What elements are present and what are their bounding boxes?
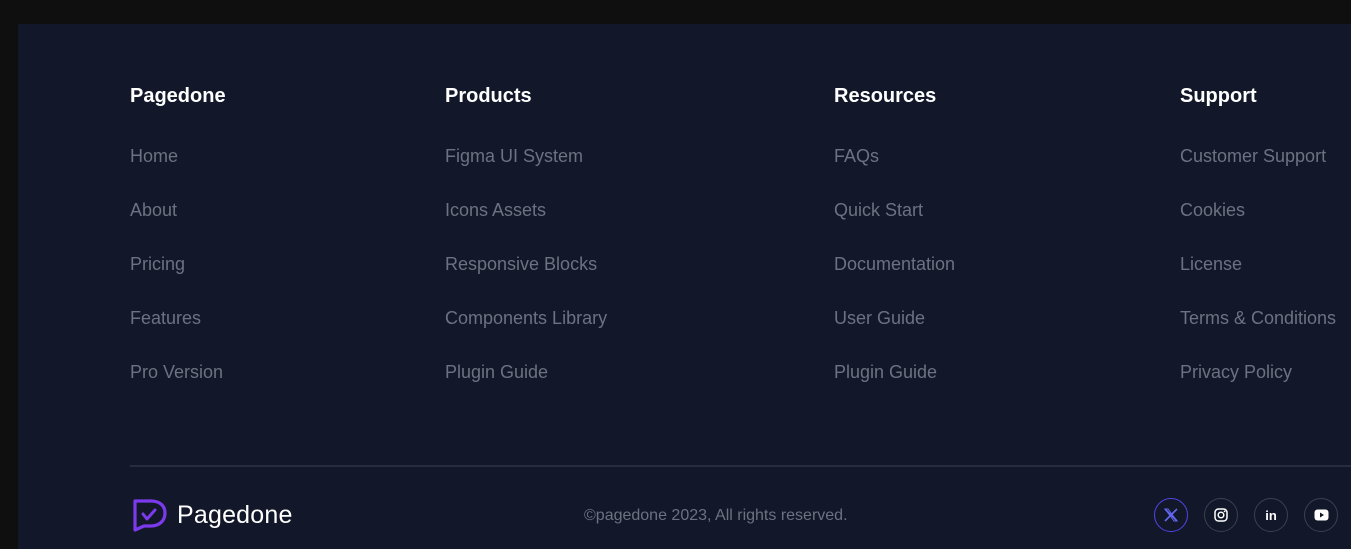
- footer-link-license[interactable]: License: [1180, 250, 1242, 278]
- column-title: Pagedone: [130, 85, 226, 107]
- column-title: Support: [1180, 85, 1257, 107]
- footer-link-figma-ui-system[interactable]: Figma UI System: [445, 142, 583, 170]
- footer-link-documentation[interactable]: Documentation: [834, 250, 955, 278]
- brand-logo-link[interactable]: Pagedone: [131, 498, 293, 532]
- column-title: Resources: [834, 85, 937, 107]
- column-title: Products: [445, 85, 532, 107]
- footer-link-features[interactable]: Features: [130, 304, 201, 332]
- footer-link-privacy-policy[interactable]: Privacy Policy: [1180, 358, 1292, 386]
- footer-link-components-library[interactable]: Components Library: [445, 304, 607, 332]
- footer-link-pricing[interactable]: Pricing: [130, 250, 185, 278]
- footer-link-plugin-guide[interactable]: Plugin Guide: [834, 358, 937, 386]
- social-links: in: [1154, 498, 1351, 532]
- linkedin-icon[interactable]: in: [1254, 498, 1288, 532]
- footer-link-home[interactable]: Home: [130, 142, 178, 170]
- brand-name: Pagedone: [177, 500, 293, 529]
- footer-link-responsive-blocks[interactable]: Responsive Blocks: [445, 250, 597, 278]
- footer-link-cookies[interactable]: Cookies: [1180, 196, 1245, 224]
- link-list: Home About Pricing Features Pro Version: [130, 142, 223, 412]
- footer-link-customer-support[interactable]: Customer Support: [1180, 142, 1326, 170]
- footer-link-user-guide[interactable]: User Guide: [834, 304, 925, 332]
- instagram-icon[interactable]: [1204, 498, 1238, 532]
- link-list: FAQs Quick Start Documentation User Guid…: [834, 142, 955, 412]
- footer-link-about[interactable]: About: [130, 196, 177, 224]
- youtube-icon[interactable]: [1304, 498, 1338, 532]
- footer-link-faqs[interactable]: FAQs: [834, 142, 879, 170]
- footer-link-icons-assets[interactable]: Icons Assets: [445, 196, 546, 224]
- site-footer: Pagedone Home About Pricing Features Pro…: [18, 24, 1351, 549]
- footer-link-quick-start[interactable]: Quick Start: [834, 196, 923, 224]
- footer-link-plugin-guide[interactable]: Plugin Guide: [445, 358, 548, 386]
- pagedone-logo-icon: [131, 498, 167, 532]
- copyright-text: ©pagedone 2023, All rights reserved.: [584, 507, 848, 524]
- footer-divider: [130, 465, 1351, 467]
- x-twitter-icon[interactable]: [1154, 498, 1188, 532]
- footer-link-terms-conditions[interactable]: Terms & Conditions: [1180, 304, 1336, 332]
- link-list: Customer Support Cookies License Terms &…: [1180, 142, 1336, 412]
- footer-link-pro-version[interactable]: Pro Version: [130, 358, 223, 386]
- link-list: Figma UI System Icons Assets Responsive …: [445, 142, 607, 412]
